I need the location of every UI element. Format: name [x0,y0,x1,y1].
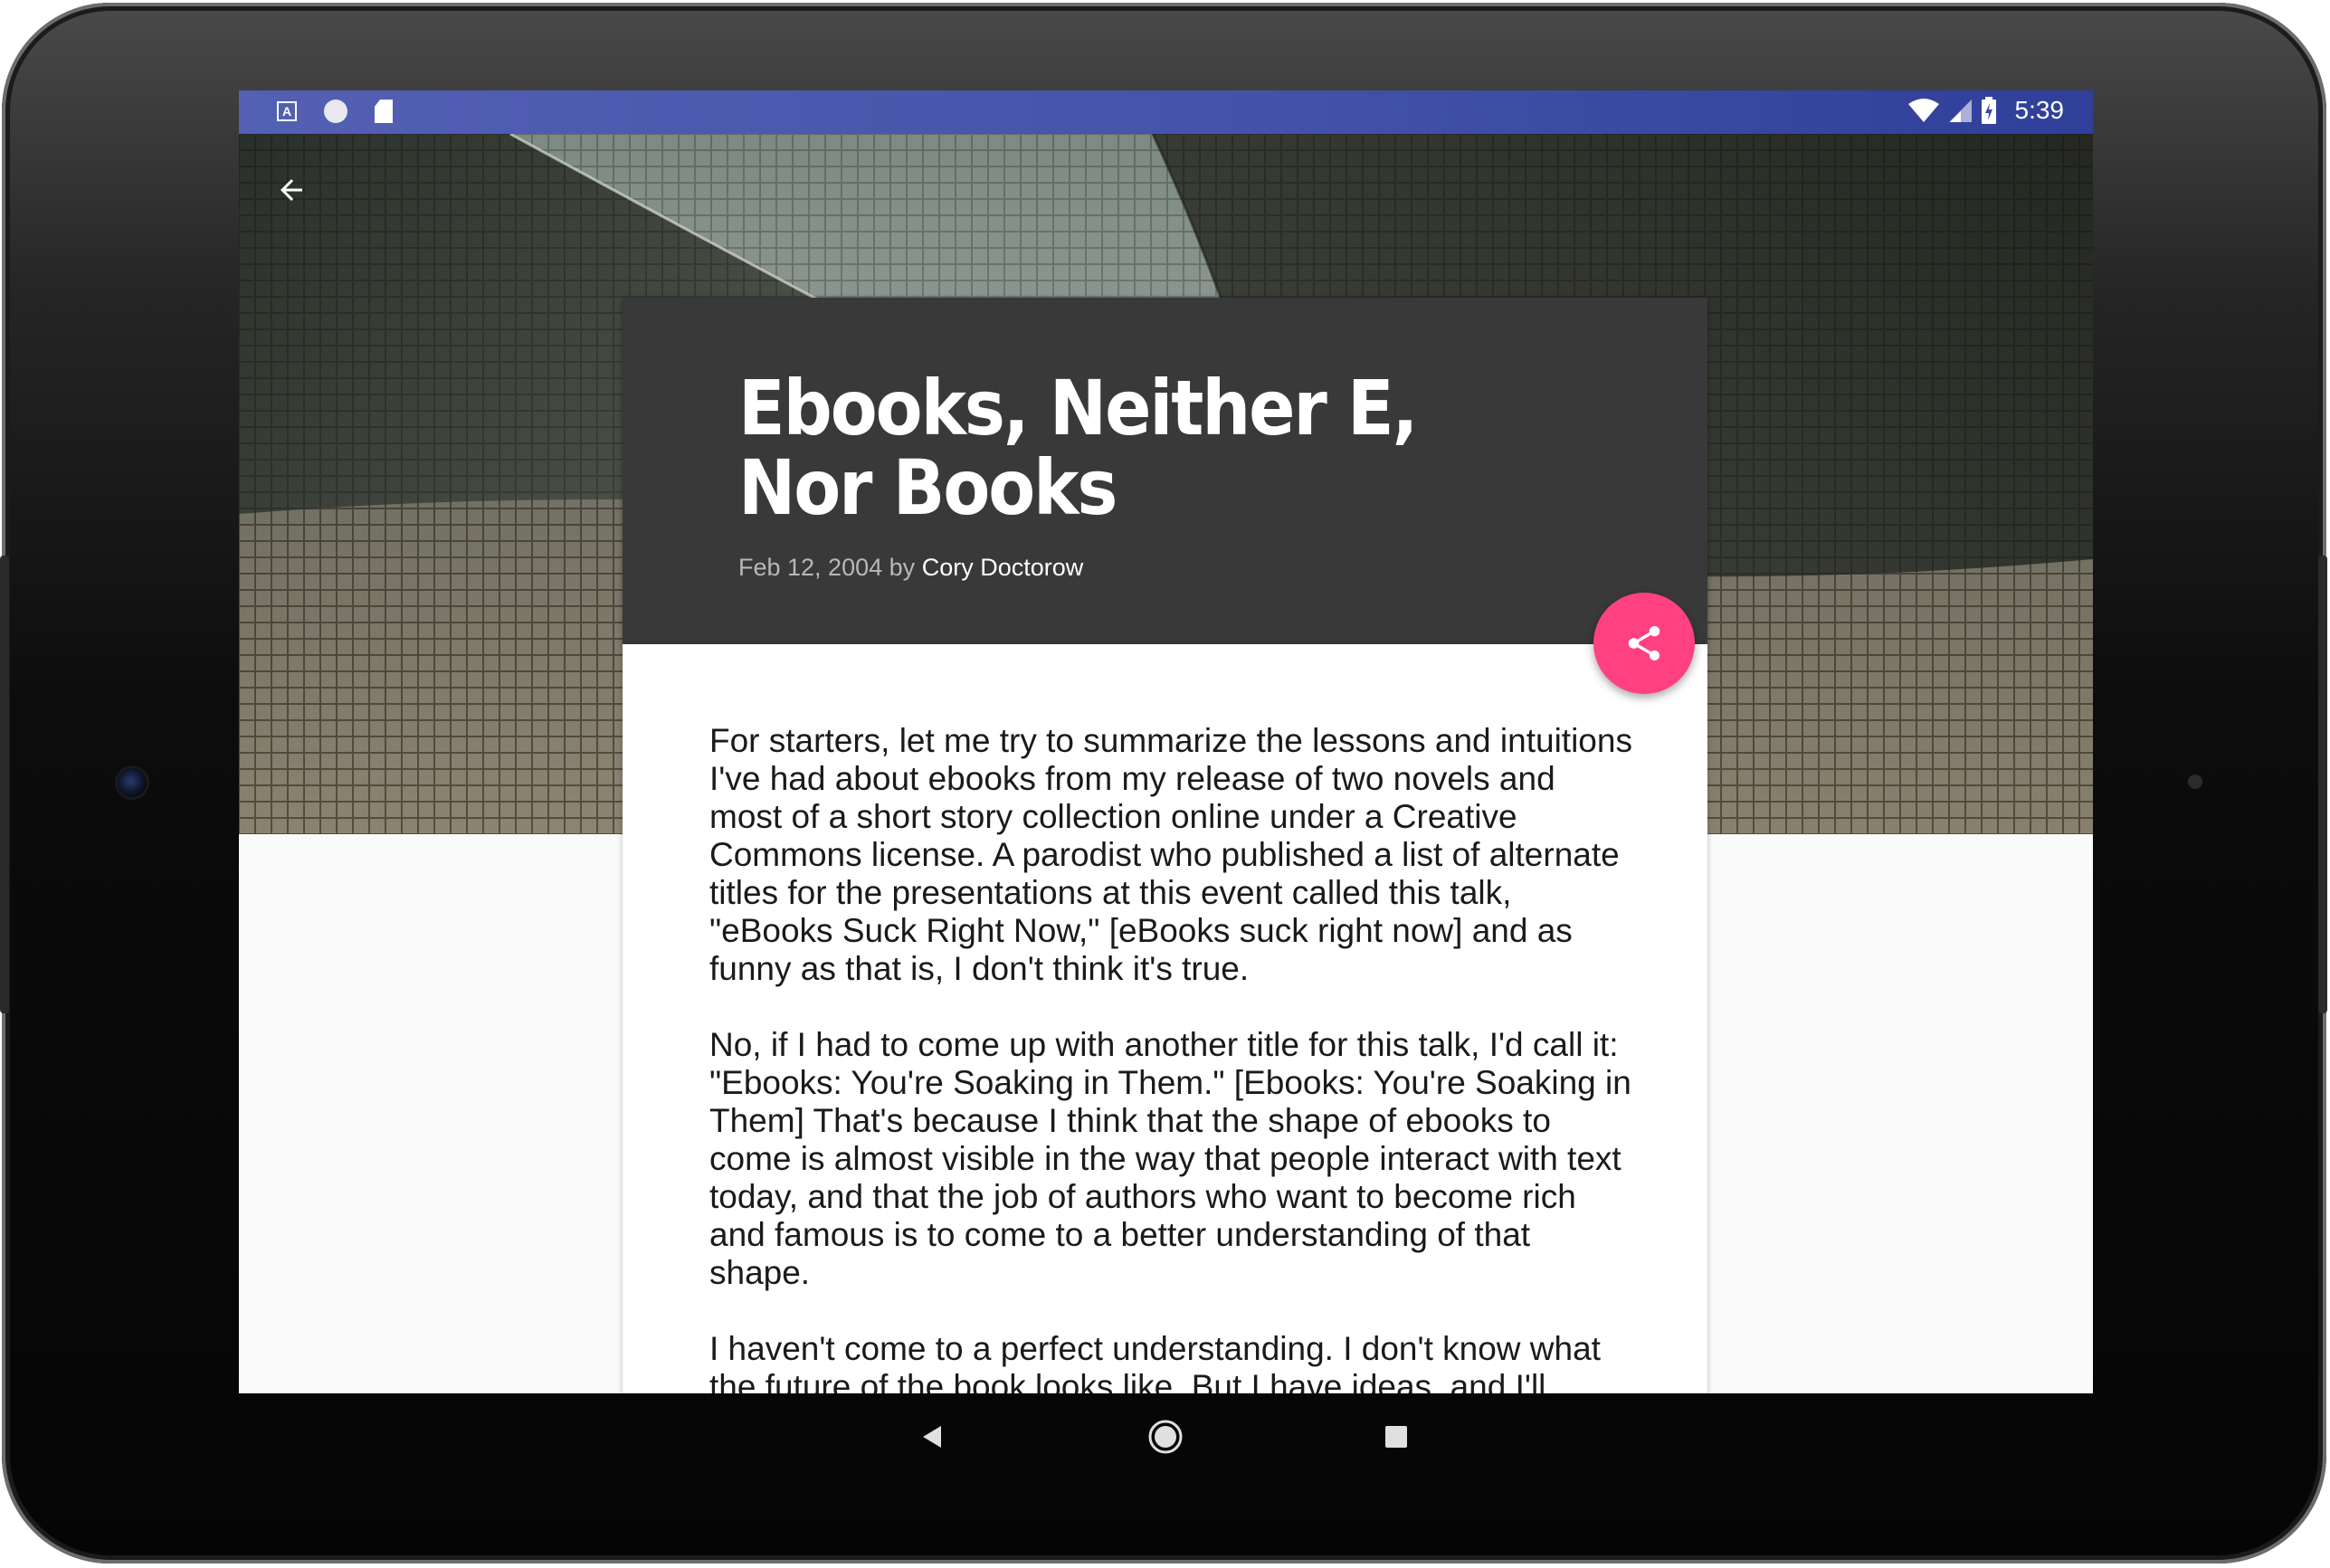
status-bar: A 5:39 [239,90,2093,134]
recents-square-icon [1385,1426,1407,1448]
back-triangle-icon [923,1426,941,1448]
share-button[interactable] [1593,593,1695,694]
navigation-bar [239,1393,2093,1480]
side-button-left [0,556,9,1013]
article-paragraph: No, if I had to come up with another tit… [709,1026,1631,1291]
article-header: Ebooks, Neither E, Nor Books Feb 12, 200… [623,298,1707,644]
sd-card-icon [375,100,393,123]
front-camera [118,768,147,797]
cell-signal-icon [1948,100,1972,122]
light-sensor [2188,774,2202,789]
home-circle-icon [1148,1420,1183,1454]
status-time: 5:39 [2014,96,2065,124]
arrow-back-icon [281,179,302,201]
wifi-icon [1907,99,1939,122]
article-paragraph: I haven't come to a perfect understandin… [709,1330,1601,1393]
article-paragraph: For starters, let me try to summarize th… [709,722,1632,987]
nav-back-button[interactable] [906,1410,960,1464]
circle-notification-icon [324,100,347,123]
nav-recents-button[interactable] [1369,1410,1423,1464]
article-by: by [889,554,916,581]
nav-home-button[interactable] [1138,1410,1193,1464]
article-date: Feb 12, 2004 [738,554,883,581]
back-button[interactable] [264,163,319,217]
share-icon [1628,625,1660,661]
battery-charging-icon [1981,97,1996,124]
a-notification-icon: A [277,101,297,121]
screen: A 5:39 Ebooks, Neither E, Nor Books Feb … [239,90,2093,1393]
article-body: For starters, let me try to summarize th… [623,644,1707,1393]
article-author: Cory Doctorow [921,554,1084,581]
article-text: For starters, let me try to summarize th… [709,722,1632,1393]
article-title: Ebooks, Neither E, Nor Books [738,364,1418,532]
article-meta: Feb 12, 2004 by Cory Doctorow [738,554,1083,582]
side-button-right [2318,556,2327,1013]
